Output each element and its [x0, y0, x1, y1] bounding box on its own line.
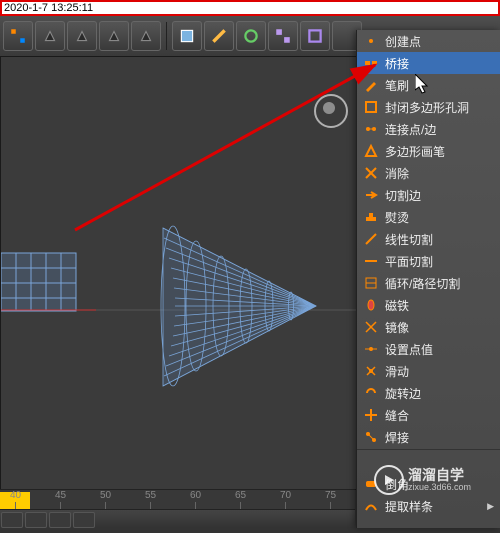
- menu-item-label: 滑动: [385, 363, 409, 380]
- menu-item-label: 创建点: [385, 33, 421, 50]
- viewport-overlay-icon: [314, 94, 348, 128]
- menu-item[interactable]: 缝合: [357, 404, 500, 426]
- toolbar-button[interactable]: [99, 21, 129, 51]
- menu-item-icon: [363, 187, 379, 203]
- toolbar-button[interactable]: [67, 21, 97, 51]
- menu-item-icon: [363, 143, 379, 159]
- menu-item[interactable]: 滑动: [357, 360, 500, 382]
- deformer-tool[interactable]: [300, 21, 330, 51]
- menu-item-label: 循环/路径切割: [385, 275, 460, 292]
- toolbar-button[interactable]: [131, 21, 161, 51]
- menu-item-label: 连接点/边: [385, 121, 436, 138]
- menu-item[interactable]: 磁铁: [357, 294, 500, 316]
- menu-item-icon: [363, 498, 379, 514]
- menu-item[interactable]: 线性切割: [357, 228, 500, 250]
- timeline[interactable]: 40 45 50 55 60 65 70 75: [0, 489, 355, 510]
- menu-item-icon: [363, 297, 379, 313]
- menu-item-label: 桥接: [385, 55, 409, 72]
- pen-tool[interactable]: [204, 21, 234, 51]
- menu-item-icon: [363, 363, 379, 379]
- menu-item-label: 旋转边: [385, 385, 421, 402]
- bottom-button[interactable]: [73, 512, 95, 528]
- menu-item-label: 设置点值: [385, 341, 433, 358]
- timeline-tick: 40: [10, 490, 21, 510]
- menu-item-icon: [363, 275, 379, 291]
- play-icon: [374, 465, 404, 495]
- menu-item[interactable]: 循环/路径切割: [357, 272, 500, 294]
- menu-item-label: 磁铁: [385, 297, 409, 314]
- menu-item-icon: [363, 121, 379, 137]
- toolbar-divider: [166, 22, 167, 50]
- menu-item-icon: [363, 55, 379, 71]
- menu-item[interactable]: 笔刷: [357, 74, 500, 96]
- menu-item[interactable]: 桥接: [357, 52, 500, 74]
- menu-item-label: 消除: [385, 165, 409, 182]
- menu-item-label: 封闭多边形孔洞: [385, 99, 469, 116]
- menu-item-icon: [363, 77, 379, 93]
- bottom-button[interactable]: [49, 512, 71, 528]
- menu-item-label: 镜像: [385, 319, 409, 336]
- context-menu: 创建点桥接笔刷封闭多边形孔洞连接点/边多边形画笔消除切割边熨烫线性切割平面切割循…: [356, 30, 500, 528]
- menu-item[interactable]: 切割边: [357, 184, 500, 206]
- menu-item-icon: [363, 407, 379, 423]
- menu-item-label: 提取样条: [385, 498, 433, 515]
- watermark-brand: 溜溜自学: [408, 468, 471, 482]
- menu-item-icon: [363, 165, 379, 181]
- menu-item-icon: [363, 429, 379, 445]
- cube-tool[interactable]: [172, 21, 202, 51]
- menu-item-icon: [363, 253, 379, 269]
- menu-item[interactable]: 设置点值: [357, 338, 500, 360]
- menu-item[interactable]: 焊接: [357, 426, 500, 448]
- menu-item-label: 切割边: [385, 187, 421, 204]
- menu-item[interactable]: 消除: [357, 162, 500, 184]
- menu-item[interactable]: 熨烫: [357, 206, 500, 228]
- menu-item[interactable]: 旋转边: [357, 382, 500, 404]
- bottom-button[interactable]: [25, 512, 47, 528]
- menu-item[interactable]: 提取样条 ▶: [357, 495, 500, 517]
- viewport-scene: [1, 57, 356, 489]
- timeline-tick: 55: [145, 490, 156, 510]
- menu-item[interactable]: 封闭多边形孔洞: [357, 96, 500, 118]
- menu-item-icon: [363, 231, 379, 247]
- toolbar-button[interactable]: [35, 21, 65, 51]
- menu-item[interactable]: 镜像: [357, 316, 500, 338]
- submenu-arrow-icon: ▶: [487, 501, 494, 512]
- menu-item-label: 缝合: [385, 407, 409, 424]
- menu-item-label: 线性切割: [385, 231, 433, 248]
- 3d-viewport[interactable]: [0, 56, 357, 490]
- menu-item-icon: [363, 209, 379, 225]
- menu-item-icon: [363, 33, 379, 49]
- menu-item-label: 平面切割: [385, 253, 433, 270]
- menu-item-icon: [363, 385, 379, 401]
- timeline-tick: 45: [55, 490, 66, 510]
- timeline-tick: 60: [190, 490, 201, 510]
- menu-item-icon: [363, 99, 379, 115]
- menu-item[interactable]: 连接点/边: [357, 118, 500, 140]
- menu-item-label: 焊接: [385, 429, 409, 446]
- bottom-button[interactable]: [1, 512, 23, 528]
- toolbar-button[interactable]: [3, 21, 33, 51]
- menu-item[interactable]: 多边形画笔: [357, 140, 500, 162]
- menu-item-icon: [363, 341, 379, 357]
- menu-separator: [357, 449, 500, 450]
- timeline-tick: 50: [100, 490, 111, 510]
- timeline-tick: 65: [235, 490, 246, 510]
- menu-item-label: 笔刷: [385, 77, 409, 94]
- array-tool[interactable]: [268, 21, 298, 51]
- timestamp-text: 2020-1-7 13:25:11: [4, 2, 93, 14]
- menu-item-icon: [363, 319, 379, 335]
- menu-item-label: 熨烫: [385, 209, 409, 226]
- menu-item[interactable]: 创建点: [357, 30, 500, 52]
- watermark-url: zixue.3d66.com: [408, 482, 471, 492]
- watermark: 溜溜自学 zixue.3d66.com: [374, 466, 494, 494]
- bottom-toolbar: [0, 509, 355, 528]
- menu-item[interactable]: 平面切割: [357, 250, 500, 272]
- nurbs-tool[interactable]: [236, 21, 266, 51]
- timeline-tick: 75: [325, 490, 336, 510]
- menu-item-label: 多边形画笔: [385, 143, 445, 160]
- timeline-tick: 70: [280, 490, 291, 510]
